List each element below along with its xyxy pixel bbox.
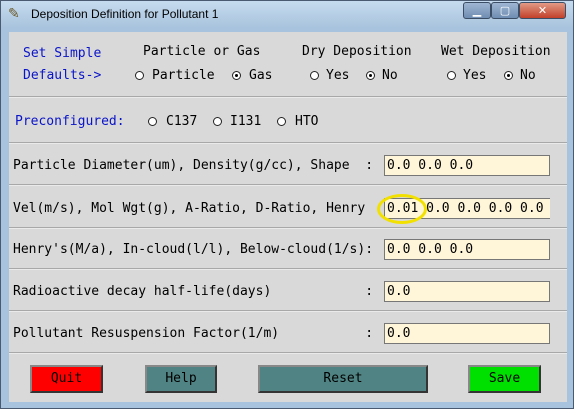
quit-button[interactable]: Quit [30, 365, 103, 393]
separator [9, 268, 567, 270]
half-life-label: Radioactive decay half-life(days) : [13, 284, 374, 299]
wet-no-radio[interactable] [504, 71, 513, 80]
preconfigured-label: Preconfigured: [15, 114, 125, 129]
resuspension-label: Pollutant Resuspension Factor(1/m) : [13, 326, 374, 341]
gas-radio[interactable] [232, 71, 241, 80]
wet-yes-radio[interactable] [447, 71, 456, 80]
particle-gas-heading: Particle or Gas [143, 44, 261, 59]
highlight-circle [377, 194, 427, 224]
henrys-cloud-input[interactable]: 0.0 0.0 0.0 [384, 239, 550, 260]
feather-icon: ✎ [8, 6, 20, 22]
dry-no-label: No [382, 68, 398, 83]
resuspension-input[interactable]: 0.0 [384, 323, 550, 344]
reset-button[interactable]: Reset [258, 365, 428, 393]
henrys-cloud-label: Henry's(M/a), In-cloud(l/l), Below-cloud… [13, 242, 374, 257]
c137-label: C137 [166, 114, 198, 129]
help-button[interactable]: Help [145, 365, 217, 393]
defaults-arrow-label[interactable]: Defaults-> [23, 68, 101, 84]
i131-label: I131 [230, 114, 262, 129]
dialog-body: Set Simple Defaults-> Particle or Gas Pa… [9, 32, 567, 402]
half-life-input[interactable]: 0.0 [384, 281, 550, 302]
dry-deposition-heading: Dry Deposition [302, 44, 412, 59]
gas-radio-label: Gas [249, 68, 273, 83]
particle-radio[interactable] [135, 71, 144, 80]
save-button[interactable]: Save [468, 365, 541, 393]
maximize-button[interactable]: ▢ [491, 2, 519, 19]
i131-radio[interactable] [213, 117, 222, 126]
separator [9, 227, 567, 229]
dry-yes-radio[interactable] [310, 71, 319, 80]
minimize-button[interactable]: ▁ [463, 2, 491, 19]
hto-label: HTO [295, 114, 319, 129]
particle-diameter-input[interactable]: 0.0 0.0 0.0 [384, 155, 550, 176]
close-button[interactable]: ✕ [519, 2, 566, 19]
separator [9, 142, 567, 144]
title-bar[interactable]: ✎ Deposition Definition for Pollutant 1 … [1, 1, 573, 27]
separator [9, 96, 567, 98]
wet-yes-label: Yes [463, 68, 487, 83]
deposition-window: ✎ Deposition Definition for Pollutant 1 … [0, 0, 574, 409]
separator [9, 184, 567, 186]
separator [9, 352, 567, 354]
c137-radio[interactable] [148, 117, 157, 126]
hto-radio[interactable] [277, 117, 286, 126]
particle-radio-label: Particle [152, 68, 215, 83]
wet-deposition-heading: Wet Deposition [441, 44, 551, 59]
particle-diameter-label: Particle Diameter(um), Density(g/cc), Sh… [13, 158, 374, 173]
window-title: Deposition Definition for Pollutant 1 [31, 7, 219, 21]
set-simple-defaults-label[interactable]: Set Simple [23, 46, 101, 62]
velocity-henry-label: Vel(m/s), Mol Wgt(g), A-Ratio, D-Ratio, … [13, 201, 366, 216]
dry-yes-label: Yes [326, 68, 350, 83]
dry-no-radio[interactable] [366, 71, 375, 80]
separator [9, 310, 567, 312]
wet-no-label: No [520, 68, 536, 83]
